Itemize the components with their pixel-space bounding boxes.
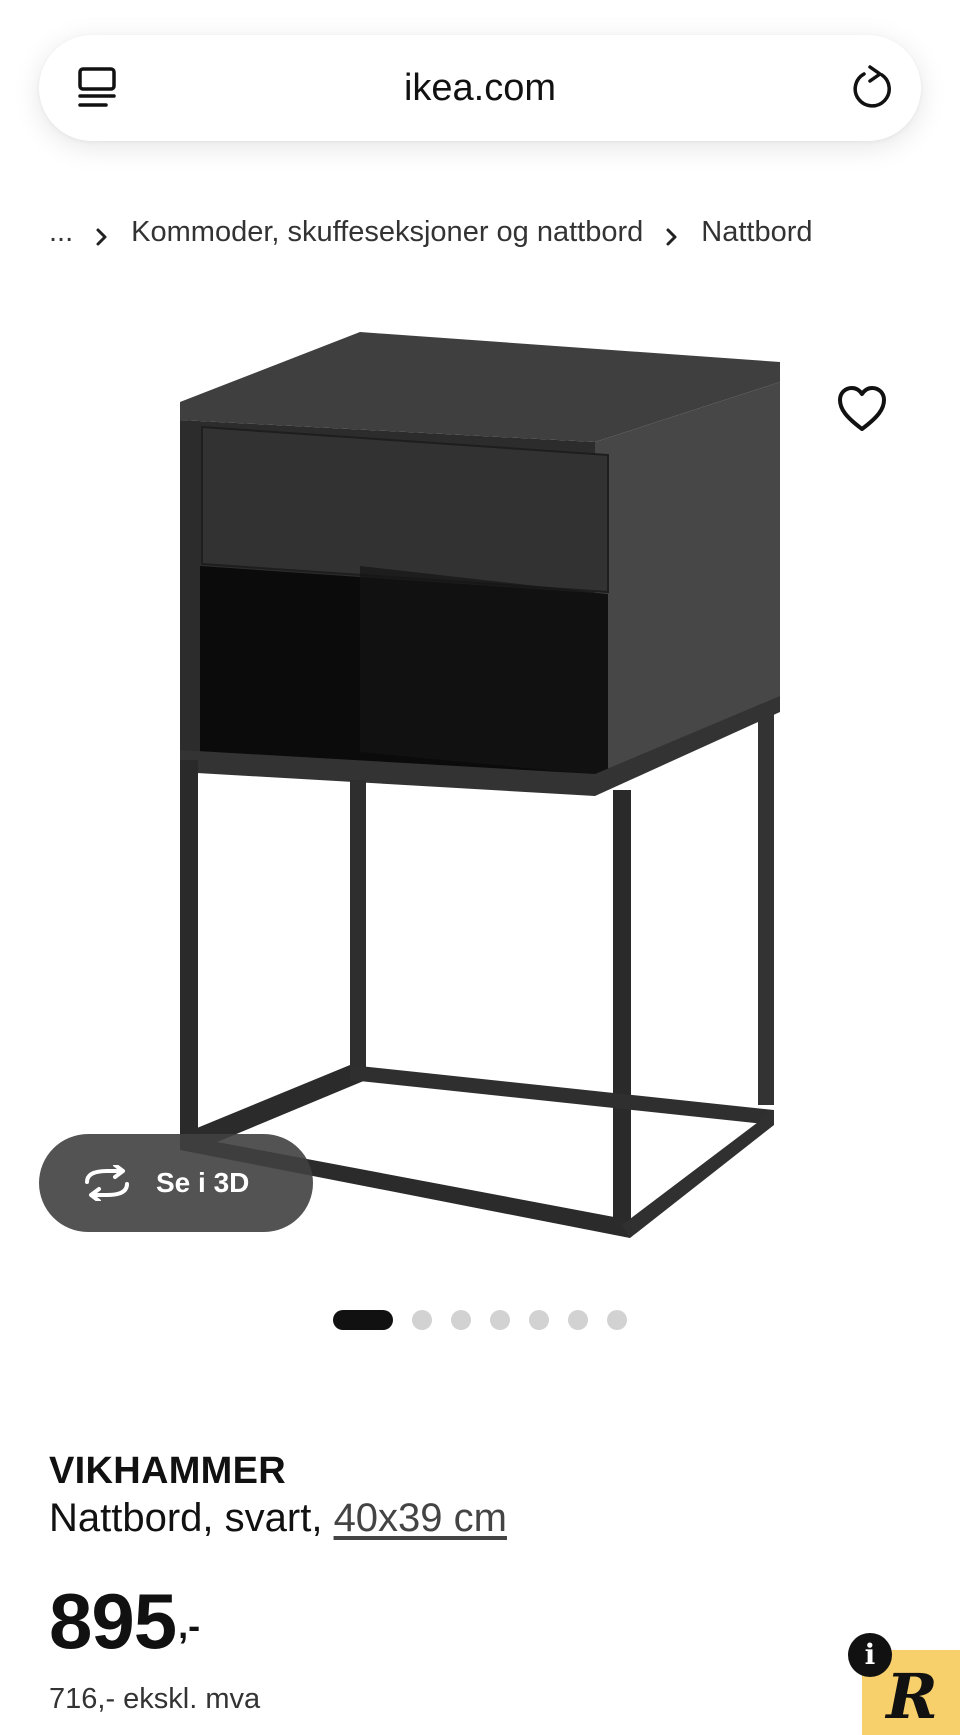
reload-icon[interactable] [849, 61, 899, 115]
chevron-right-icon [665, 222, 679, 246]
info-icon[interactable]: i [848, 1633, 892, 1677]
breadcrumb-item-kommoder[interactable]: Kommoder, skuffeseksjoner og nattbord [131, 216, 643, 249]
product-size-link[interactable]: 40x39 cm [334, 1496, 507, 1540]
product-description: Nattbord, svart, 40x39 cm [49, 1496, 507, 1541]
view-3d-button[interactable]: Se i 3D [39, 1134, 313, 1232]
r-badge-label: R [884, 1660, 938, 1733]
breadcrumb: ... Kommoder, skuffeseksjoner og nattbor… [49, 210, 813, 254]
carousel-dot-6[interactable] [568, 1310, 588, 1330]
product-page: ikea.com ... Kommoder, skuffeseksjoner o… [0, 0, 960, 1735]
price-suffix: ,- [178, 1605, 201, 1646]
view-3d-label: Se i 3D [156, 1167, 250, 1198]
carousel-dot-3[interactable] [451, 1310, 471, 1330]
carousel-dot-5[interactable] [529, 1310, 549, 1330]
carousel-dot-2[interactable] [412, 1310, 432, 1330]
product-description-text: Nattbord, svart, [49, 1496, 334, 1540]
product-price: 895 ,- [49, 1576, 200, 1666]
price-ex-vat: 716,- ekskl. mva [49, 1683, 261, 1715]
carousel-pagination [333, 1310, 646, 1330]
price-amount: 895 [49, 1577, 177, 1665]
product-image[interactable] [160, 320, 800, 1260]
address-bar[interactable]: ikea.com [39, 35, 921, 141]
product-name: VIKHAMMER [49, 1450, 287, 1492]
breadcrumb-item-nattbord[interactable]: Nattbord [701, 216, 812, 249]
breadcrumb-ellipsis[interactable]: ... [49, 216, 73, 249]
url-text[interactable]: ikea.com [39, 35, 921, 141]
carousel-dot-4[interactable] [490, 1310, 510, 1330]
heart-icon[interactable] [836, 385, 888, 433]
chevron-right-icon [95, 222, 109, 246]
carousel-dot-7[interactable] [607, 1310, 627, 1330]
carousel-dot-1[interactable] [333, 1310, 393, 1330]
rotate-3d-icon [81, 1163, 133, 1203]
